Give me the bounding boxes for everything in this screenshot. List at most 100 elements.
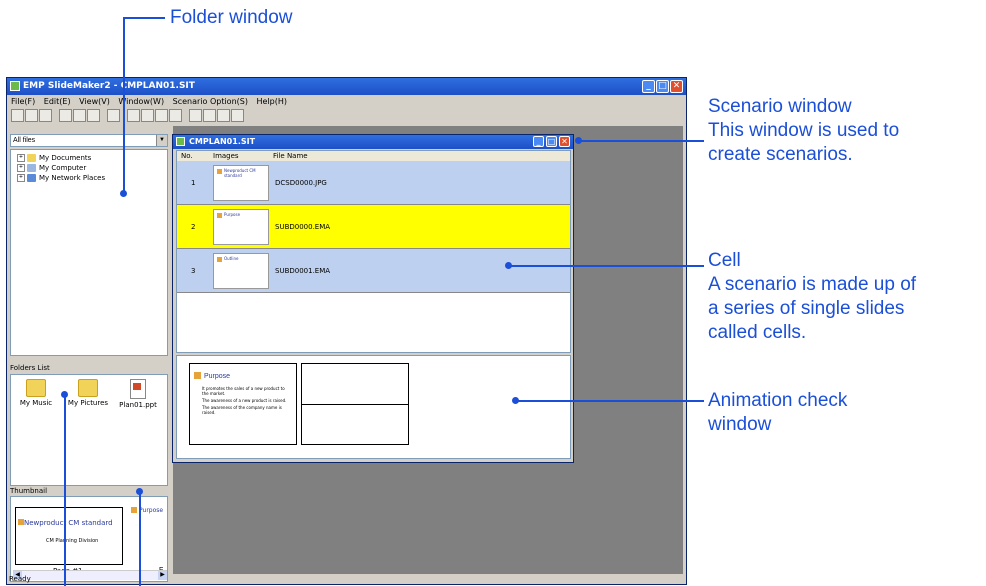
tree-item-my-network-places[interactable]: + My Network Places <box>17 173 105 183</box>
scenario-titlebar[interactable]: CMPLAN01.SIT _ □ ✕ <box>173 135 573 149</box>
list-item-my-music[interactable]: My Music <box>13 379 59 407</box>
file-type-combo[interactable]: All files ▼ <box>10 134 168 147</box>
list-item-plan01[interactable]: Plan01.ppt <box>115 379 161 409</box>
cell-image: Outline <box>213 253 269 289</box>
new-icon[interactable] <box>11 109 24 122</box>
table-row[interactable]: 1 Newproduct CM standard DCSD0000.JPG <box>177 161 570 205</box>
status-bar: Ready <box>9 575 31 583</box>
animation-bullet: The awareness of the company name is rai… <box>202 405 282 415</box>
list-item-label: My Music <box>19 399 53 407</box>
folder-callout-line-v <box>123 17 125 193</box>
scenario-icon <box>176 137 185 146</box>
scenario-table: No. Images File Name 1 Newproduct CM sta… <box>176 150 571 353</box>
help-icon[interactable] <box>231 109 244 122</box>
cell-callout-line2: a series of single slides <box>708 298 905 319</box>
copy-icon[interactable] <box>73 109 86 122</box>
menu-view[interactable]: View(V) <box>79 97 110 106</box>
animation-check-window: Purpose It promotes the sales of a new p… <box>176 355 571 459</box>
computer-icon <box>27 164 36 172</box>
column-header-file-name[interactable]: File Name <box>273 151 308 161</box>
table-row[interactable]: 2 Purpose SUBD0000.EMA <box>177 205 570 249</box>
tree-item-my-documents[interactable]: + My Documents <box>17 153 91 163</box>
menu-help[interactable]: Help(H) <box>257 97 288 106</box>
logo-icon <box>194 372 201 379</box>
expand-icon[interactable]: + <box>17 164 25 172</box>
menu-file[interactable]: File(F) <box>11 97 35 106</box>
toolbar <box>7 108 686 124</box>
row-number: 2 <box>191 223 196 231</box>
folders-list-label: Folders List <box>10 364 50 372</box>
logo-icon <box>131 507 137 513</box>
animation-callout-dot <box>512 397 519 404</box>
tree-label: My Computer <box>39 164 87 172</box>
column-header-images[interactable]: Images <box>213 151 239 161</box>
row-number: 3 <box>191 267 196 275</box>
projector-icon[interactable] <box>203 109 216 122</box>
monitor-icon[interactable] <box>189 109 202 122</box>
scenario-title: CMPLAN01.SIT <box>189 137 256 146</box>
minimize-button[interactable]: _ <box>642 80 655 93</box>
animation-slide-title: Purpose <box>204 373 231 380</box>
cell-callout-dot <box>505 262 512 269</box>
scenario-window-callout-line3: create scenarios. <box>708 144 853 165</box>
list-view-icon[interactable] <box>155 109 168 122</box>
tree-item-my-computer[interactable]: + My Computer <box>17 163 86 173</box>
scenario-callout-dot <box>575 137 582 144</box>
tree-label: My Documents <box>39 154 92 162</box>
folder-callout-dot <box>120 190 127 197</box>
save-icon[interactable] <box>39 109 52 122</box>
print-icon[interactable] <box>107 109 120 122</box>
cell-callout-line1: A scenario is made up of <box>708 274 917 295</box>
logo-icon <box>217 213 222 218</box>
scenario-close-button[interactable]: ✕ <box>559 136 570 147</box>
network-icon <box>27 174 36 182</box>
list-item-my-pictures[interactable]: My Pictures <box>65 379 111 407</box>
menu-scenario-option[interactable]: Scenario Option(S) <box>173 97 248 106</box>
column-header-no[interactable]: No. <box>181 151 193 161</box>
maximize-button[interactable]: □ <box>656 80 669 93</box>
row-number: 1 <box>191 179 196 187</box>
scenario-callout-line <box>578 140 704 142</box>
close-button[interactable]: ✕ <box>670 80 683 93</box>
animation-preview-empty[interactable] <box>301 363 409 445</box>
export-icon[interactable] <box>217 109 230 122</box>
details-view-icon[interactable] <box>169 109 182 122</box>
menu-edit[interactable]: Edit(E) <box>44 97 71 106</box>
cell-image: Newproduct CM standard <box>213 165 269 201</box>
thumbnail-page-2[interactable]: Purpose <box>129 505 167 563</box>
pictures-folder-icon <box>78 379 98 397</box>
table-row[interactable]: 3 Outline SUBD0001.EMA <box>177 249 570 293</box>
animation-callout-line1: Animation check <box>708 390 848 411</box>
thumbnail-label: Thumbnail <box>10 487 48 495</box>
small-icons-icon[interactable] <box>141 109 154 122</box>
large-icons-icon[interactable] <box>127 109 140 122</box>
row-file-name: SUBD0001.EMA <box>275 267 331 275</box>
cut-icon[interactable] <box>59 109 72 122</box>
animation-callout-line <box>515 400 704 402</box>
folder-icon <box>27 154 36 162</box>
list-item-label: Plan01.ppt <box>119 401 157 409</box>
animation-preview-slide[interactable]: Purpose It promotes the sales of a new p… <box>189 363 297 445</box>
music-folder-icon <box>26 379 46 397</box>
thumbnail-pane: Newproduct CM standard CM Planning Divis… <box>10 496 168 582</box>
folder-callout-line-h <box>123 17 165 19</box>
animation-callout-line2: window <box>708 414 772 435</box>
menu-window[interactable]: Window(W) <box>118 97 164 106</box>
scenario-minimize-button[interactable]: _ <box>533 136 544 147</box>
app-titlebar[interactable]: EMP SlideMaker2 - CMPLAN01.SIT _ □ ✕ <box>7 78 686 95</box>
tree-label: My Network Places <box>39 174 106 182</box>
scenario-maximize-button[interactable]: □ <box>546 136 557 147</box>
expand-icon[interactable]: + <box>17 154 25 162</box>
open-icon[interactable] <box>25 109 38 122</box>
cell-image-title: Outline <box>224 256 239 261</box>
chevron-down-icon[interactable]: ▼ <box>156 135 167 146</box>
logo-icon <box>217 169 222 174</box>
app-title: EMP SlideMaker2 - CMPLAN01.SIT <box>23 81 195 91</box>
thumbnail-page-1[interactable]: Newproduct CM standard CM Planning Divis… <box>15 507 123 565</box>
paste-icon[interactable] <box>87 109 100 122</box>
cell-image-title: Newproduct CM standard <box>224 168 256 178</box>
cell-callout-line <box>508 265 704 267</box>
list-item-label: My Pictures <box>67 399 109 407</box>
scenario-window: CMPLAN01.SIT _ □ ✕ No. Images File Name … <box>172 134 574 463</box>
expand-icon[interactable]: + <box>17 174 25 182</box>
